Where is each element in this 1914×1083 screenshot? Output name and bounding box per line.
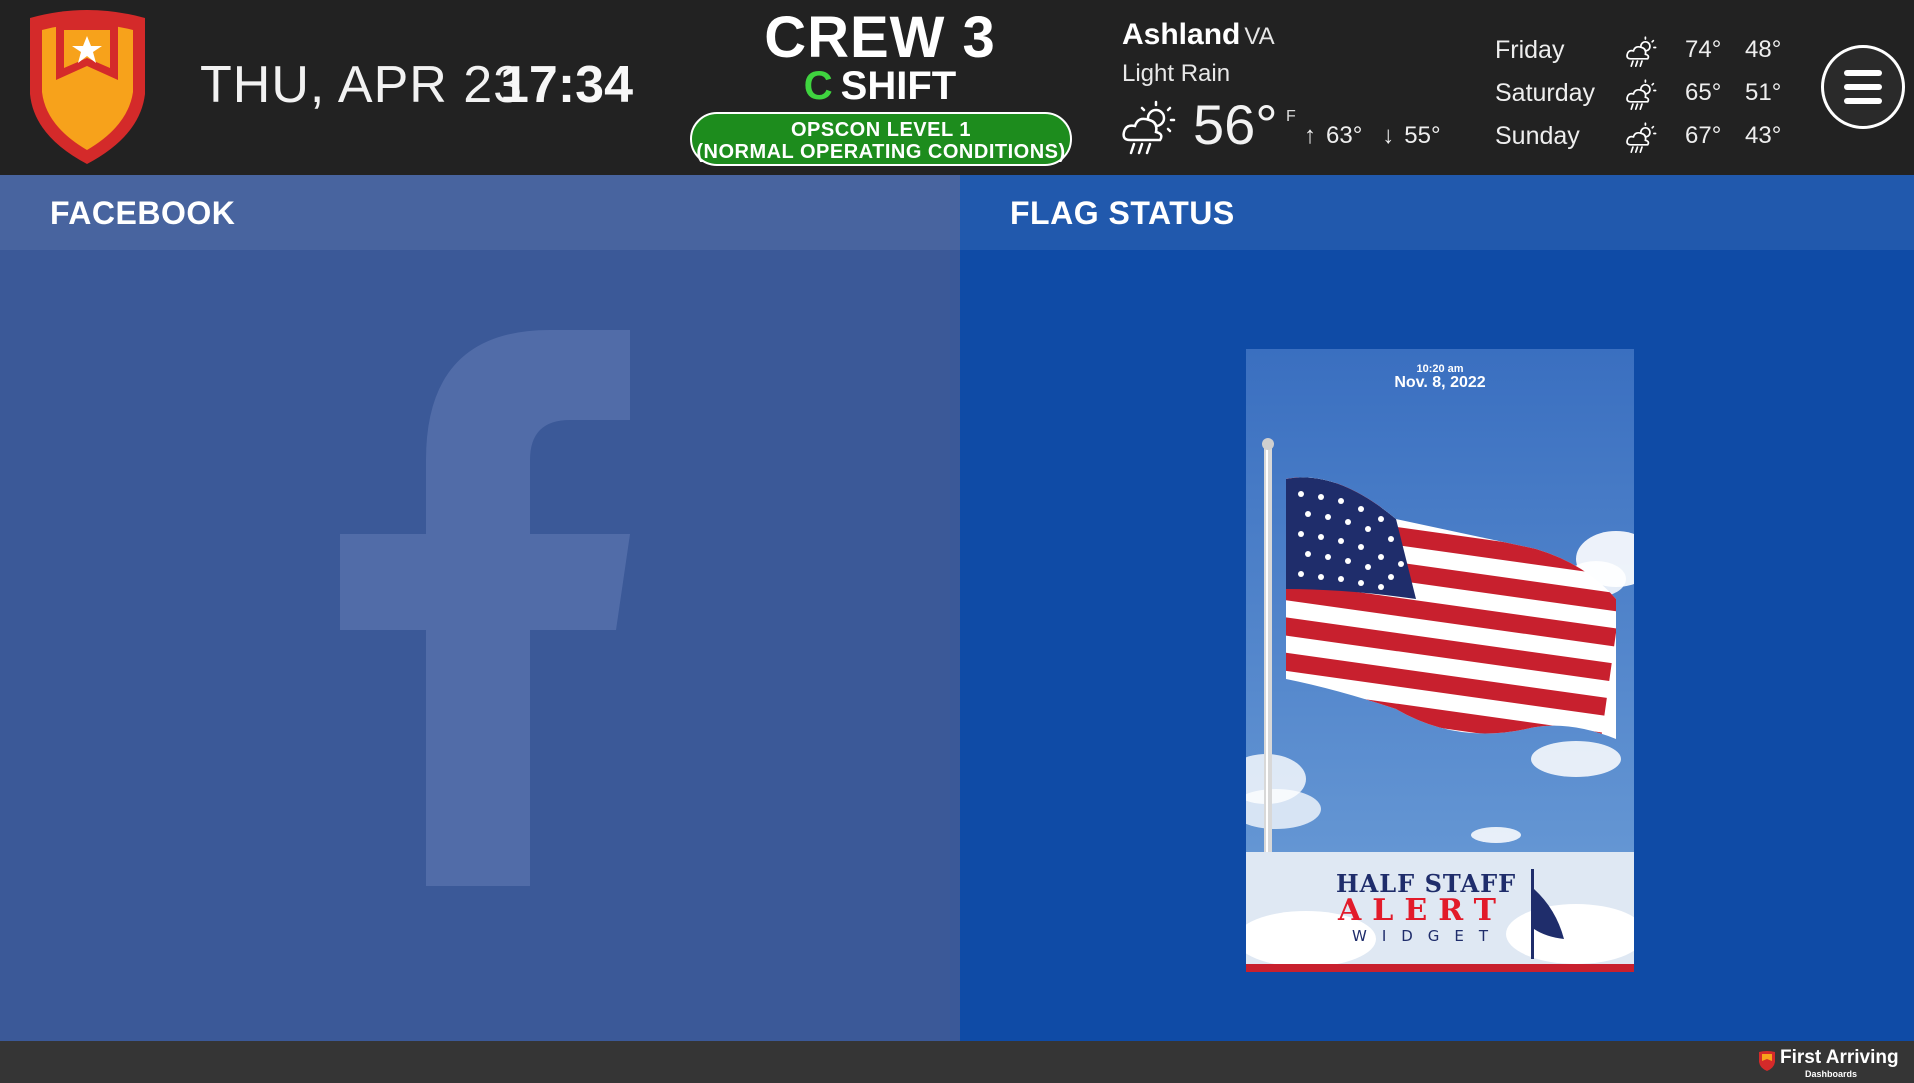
top-header: THU, APR 23 17:34 CREW 3 C SHIFT OPSCON L… <box>0 0 1914 175</box>
menu-button[interactable] <box>1821 45 1905 129</box>
facebook-panel-title: FACEBOOK <box>50 195 236 231</box>
weather-condition: Light Rain <box>1122 60 1231 87</box>
today-high-low: ↑ 63° ↓ 55° <box>1304 122 1461 150</box>
forecast-day: Saturday <box>1495 79 1596 107</box>
facebook-panel: FACEBOOK <box>0 175 960 1041</box>
arrow-down-icon: ↓ <box>1382 122 1395 149</box>
forecast-high: 65° <box>1685 79 1722 106</box>
shift-label: C SHIFT <box>690 64 1070 109</box>
flag-widget-date: Nov. 8, 2022 <box>1394 374 1486 391</box>
partly-cloudy-rain-icon <box>1626 79 1657 111</box>
partly-cloudy-rain-icon <box>1626 36 1657 68</box>
flag-status-panel-title: FLAG STATUS <box>1010 195 1235 231</box>
partly-cloudy-rain-icon <box>1626 122 1657 154</box>
shift-letter: C <box>803 64 833 108</box>
forecast-list: Friday 74° 48° Saturday 65° 51° Sunday 6… <box>1495 36 1795 165</box>
forecast-row: Sunday 67° 43° <box>1495 122 1795 165</box>
brand-name: First Arriving <box>1780 1047 1899 1068</box>
current-date: THU, APR 23 <box>200 56 524 114</box>
temperature-unit: F <box>1286 108 1296 125</box>
partly-cloudy-rain-icon <box>1122 100 1176 155</box>
weather-state: VA <box>1244 23 1275 50</box>
forecast-day: Sunday <box>1495 122 1580 150</box>
brand-subtitle: Dashboards <box>1805 1069 1858 1079</box>
department-shield-logo-icon <box>30 10 145 164</box>
arrow-up-icon: ↑ <box>1304 122 1316 149</box>
forecast-day: Friday <box>1495 36 1565 64</box>
current-time: 17:34 <box>500 56 633 114</box>
current-temperature: 56° <box>1193 93 1278 156</box>
opscon-description: (NORMAL OPERATING CONDITIONS) <box>696 141 1066 163</box>
forecast-high: 74° <box>1685 36 1722 63</box>
today-low-value: 55° <box>1404 122 1441 149</box>
first-arriving-brand: First Arriving Dashboards <box>1750 1047 1900 1079</box>
hamburger-icon-bar <box>1844 98 1882 104</box>
forecast-row: Friday 74° 48° <box>1495 36 1795 79</box>
opscon-badge: OPSCON LEVEL 1 (NORMAL OPERATING CONDITI… <box>690 112 1072 166</box>
forecast-low: 43° <box>1745 122 1782 149</box>
half-staff-alert-widget[interactable]: 10:20 am Nov. 8, 2022 HALF STAFF ALERT W… <box>1246 349 1634 972</box>
forecast-low: 48° <box>1745 36 1782 63</box>
forecast-high: 67° <box>1685 122 1722 149</box>
first-arriving-shield-icon <box>1759 1051 1775 1071</box>
today-low: ↓ 55° <box>1382 122 1450 149</box>
weather-city: Ashland <box>1122 18 1241 51</box>
hamburger-icon <box>1844 70 1882 76</box>
crew-label: CREW 3 <box>764 5 996 70</box>
widget-line: WIDGET <box>1352 927 1504 945</box>
today-high-value: 63° <box>1326 122 1363 149</box>
weather-location: Ashland VA <box>1122 18 1275 52</box>
forecast-row: Saturday 65° 51° <box>1495 79 1795 122</box>
flag-status-panel: FLAG STATUS 10:20 am Nov. 8, 2022 HALF S… <box>960 175 1914 1041</box>
hamburger-icon-bar <box>1844 84 1882 90</box>
footer-bar: First Arriving Dashboards <box>0 1041 1914 1083</box>
facebook-logo-icon <box>340 330 630 886</box>
alert-line: ALERT <box>1338 893 1507 928</box>
shift-text: SHIFT <box>840 64 957 108</box>
opscon-level: OPSCON LEVEL 1 <box>790 119 971 141</box>
forecast-low: 51° <box>1745 79 1782 106</box>
today-high: ↑ 63° <box>1304 122 1372 149</box>
